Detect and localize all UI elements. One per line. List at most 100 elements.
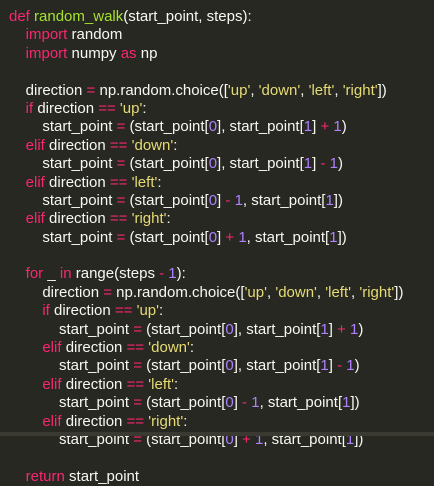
code-token: 0 <box>225 394 234 412</box>
code-token: (start_point[ <box>141 357 226 375</box>
code-token: for <box>25 265 44 283</box>
code-token: (start_point[ <box>141 320 226 338</box>
code-token: 1 <box>333 118 342 136</box>
code-token: , start_point[ <box>246 228 330 246</box>
code-line: elif direction == 'left': <box>0 174 434 192</box>
code-token: start_point <box>64 467 140 485</box>
code-token: ], start_point[ <box>217 118 304 136</box>
code-token: 'down' <box>148 339 190 357</box>
code-editor[interactable]: def random_walk(start_point, steps): imp… <box>0 0 434 485</box>
code-line: start_point = (start_point[0] + 1, start… <box>0 229 434 247</box>
code-line: elif direction == 'right': <box>0 413 434 431</box>
code-token: , <box>300 81 309 99</box>
code-block: def random_walk(start_point, steps): imp… <box>0 8 434 486</box>
code-token: 1 <box>329 228 338 246</box>
code-line: elif direction == 'left': <box>0 376 434 394</box>
code-line: elif direction == 'down': <box>0 137 434 155</box>
code-token: np.random.choice([ <box>95 81 228 99</box>
code-token: direction <box>61 412 127 430</box>
code-token: _ <box>43 265 60 283</box>
code-token: , <box>250 81 259 99</box>
code-token: 1 <box>320 320 329 338</box>
code-token: 'down' <box>258 81 301 99</box>
code-token: == <box>98 99 116 117</box>
code-token: = <box>116 118 126 136</box>
code-token: 1 <box>251 394 260 412</box>
code-token: == <box>109 136 128 154</box>
code-token: + <box>320 118 330 136</box>
code-token: 'left' <box>308 81 335 99</box>
code-token: start_point <box>9 118 117 136</box>
code-token: start_point <box>9 155 117 173</box>
code-token: 1 <box>346 357 355 375</box>
code-token: 'right' <box>342 81 378 99</box>
code-token: 'down' <box>275 283 317 301</box>
code-token: (start_point[ <box>125 118 209 136</box>
code-token: elif <box>42 412 62 430</box>
code-token: start_point <box>9 394 134 412</box>
code-token: ] <box>328 357 338 375</box>
code-token: 'right' <box>131 210 167 228</box>
code-token: direction <box>44 136 110 154</box>
code-token: ]) <box>350 394 360 412</box>
code-token: if <box>42 302 50 320</box>
code-token: (start_point, steps): <box>123 8 252 25</box>
code-token: start_point <box>9 191 117 209</box>
code-token: ): <box>176 265 186 283</box>
code-token: = <box>86 81 96 99</box>
code-token: start_point <box>9 357 134 375</box>
code-token: as <box>120 44 137 62</box>
code-token: = <box>133 320 142 338</box>
code-token: start_point <box>9 320 134 338</box>
code-token: ], start_point[ <box>233 357 321 375</box>
code-token: ], start_point[ <box>217 155 304 173</box>
code-token: direction <box>44 173 110 191</box>
code-token: + <box>337 320 346 338</box>
code-token: = <box>116 228 126 246</box>
code-line: start_point = (start_point[0], start_poi… <box>0 118 434 136</box>
code-token: 1 <box>329 155 338 173</box>
code-token: direction <box>9 283 104 301</box>
code-token: ) <box>341 118 347 136</box>
code-token: , start_point[ <box>259 394 343 412</box>
code-token: 'up' <box>119 99 143 117</box>
code-token: 'left' <box>325 283 352 301</box>
code-token: 1 <box>303 118 313 136</box>
code-line: start_point = (start_point[0], start_poi… <box>0 155 434 173</box>
code-token: 'right' <box>148 412 184 430</box>
code-line: direction = np.random.choice(['up', 'dow… <box>0 82 434 100</box>
code-line: direction = np.random.choice(['up', 'dow… <box>0 284 434 302</box>
code-token: = <box>133 357 142 375</box>
code-token: elif <box>25 173 45 191</box>
code-token: import <box>25 26 68 44</box>
code-token: 0 <box>208 228 218 246</box>
code-token: np.random.choice([ <box>111 283 245 301</box>
code-token: ] <box>328 320 338 338</box>
code-token: in <box>59 265 72 283</box>
code-token: = <box>116 155 126 173</box>
code-line: return start_point <box>0 468 434 486</box>
code-token: ]) <box>377 81 387 99</box>
code-token: : <box>159 302 164 320</box>
code-token: 'up' <box>227 81 251 99</box>
code-token: 1 <box>168 265 177 283</box>
code-token: : <box>174 375 179 393</box>
code-line: start_point = (start_point[0] - 1, start… <box>0 394 434 412</box>
code-token: : <box>189 339 195 357</box>
code-line: for _ in range(steps - 1): <box>0 265 434 283</box>
horizontal-scrollbar[interactable] <box>0 432 434 436</box>
code-token: 1 <box>303 155 313 173</box>
code-token: ], start_point[ <box>233 320 321 338</box>
code-token: 'right' <box>359 283 395 301</box>
code-token: 0 <box>208 155 218 173</box>
code-token: 'down' <box>131 136 174 154</box>
code-token: start_point <box>9 228 117 246</box>
